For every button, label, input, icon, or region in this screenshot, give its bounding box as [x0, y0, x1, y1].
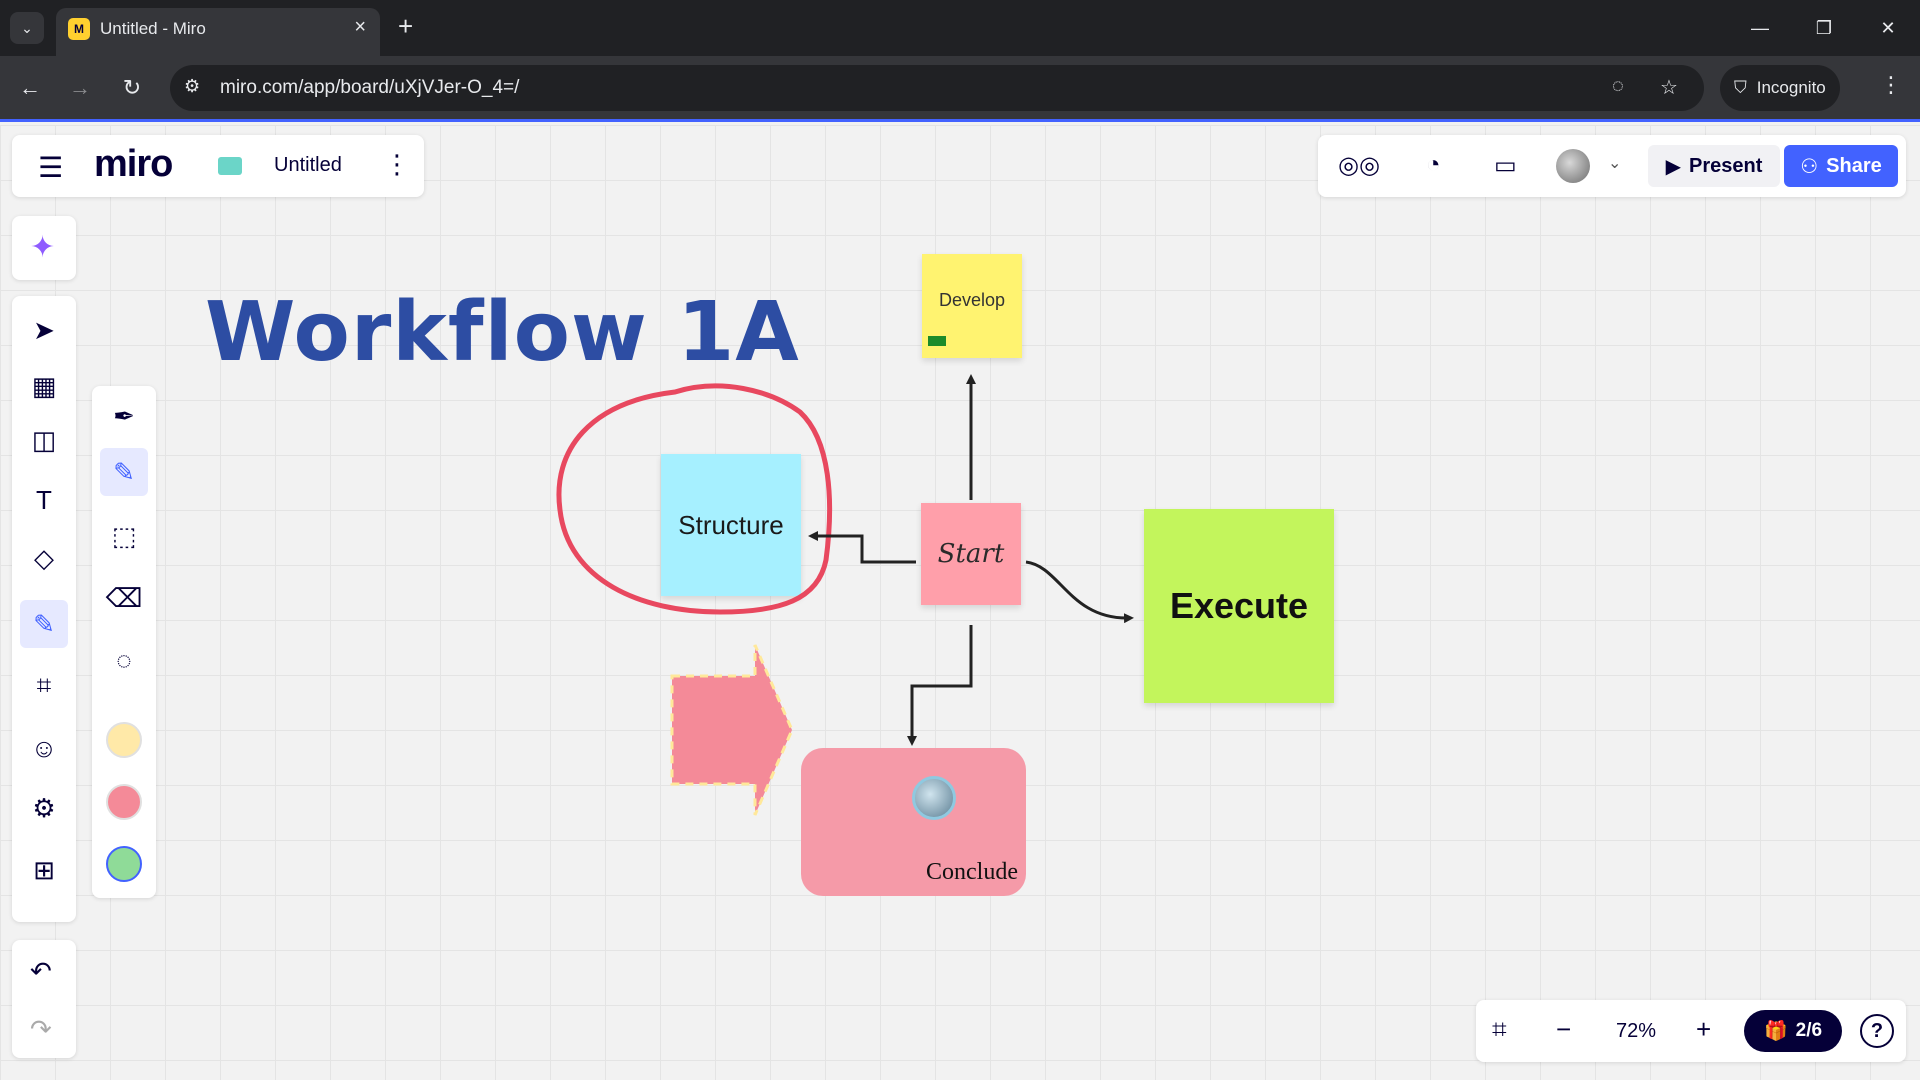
- url-text[interactable]: miro.com/app/board/uXjVJer-O_4=/: [220, 77, 519, 99]
- play-icon: ▶: [1665, 155, 1681, 178]
- board-header: ☰ miro Untitled ⋮: [12, 135, 424, 197]
- color-swatch-green[interactable]: [106, 846, 142, 882]
- restore-icon[interactable]: ❐: [1792, 0, 1856, 56]
- sticky-develop[interactable]: Develop: [922, 254, 1022, 358]
- reload-icon[interactable]: ↻: [116, 72, 148, 104]
- pen-icon[interactable]: ✒: [100, 392, 148, 440]
- add-apps-icon[interactable]: ⊞: [20, 846, 68, 894]
- browser-menu-icon[interactable]: ⋮: [1880, 72, 1902, 98]
- main-menu-icon[interactable]: ☰: [38, 151, 63, 184]
- zoom-level[interactable]: 72%: [1616, 1020, 1656, 1043]
- browser-tab[interactable]: M Untitled - Miro ×: [56, 8, 380, 56]
- zoom-out-icon[interactable]: −: [1556, 1014, 1571, 1045]
- lasso-icon[interactable]: ◌: [100, 636, 148, 684]
- miro-favicon-icon: M: [68, 18, 90, 40]
- gift-icon: 🎁: [1763, 1021, 1788, 1042]
- highlighter-icon[interactable]: ✎: [100, 448, 148, 496]
- user-avatar[interactable]: [1556, 149, 1590, 183]
- help-icon[interactable]: ?: [1860, 1014, 1894, 1048]
- present-label: Present: [1689, 154, 1763, 177]
- reactions-icon[interactable]: ◎◎: [1338, 151, 1380, 180]
- shape-conclude[interactable]: Conclude: [801, 748, 1026, 896]
- zoom-bar: ⌗ − 72% + 🎁 2/6 ?: [1476, 1000, 1906, 1062]
- tab-close-icon[interactable]: ×: [354, 16, 366, 39]
- undo-redo-panel: ↶ ↷: [12, 940, 76, 1058]
- forward-icon[interactable]: →: [64, 72, 96, 104]
- shapes-icon[interactable]: ◇: [20, 534, 68, 582]
- share-people-icon: ⚇: [1800, 155, 1819, 178]
- stickers-icon[interactable]: ☺: [20, 724, 68, 772]
- sticky-start[interactable]: Start: [921, 503, 1021, 605]
- site-info-icon[interactable]: ⚙: [184, 76, 200, 97]
- sticky-tag-marker: [928, 336, 946, 346]
- comments-icon[interactable]: ◔: [1426, 151, 1441, 179]
- back-icon[interactable]: ←: [14, 72, 46, 104]
- incognito-badge[interactable]: ⛉ Incognito: [1720, 65, 1840, 111]
- incognito-label: Incognito: [1756, 78, 1826, 97]
- main-toolbar: ➤ ▦ ◫ T ◇ ✎ ⌗ ☺ ⚙ ⊞: [12, 296, 76, 922]
- close-window-icon[interactable]: ✕: [1856, 0, 1920, 56]
- page-indicator[interactable]: 🎁 2/6: [1744, 1010, 1842, 1052]
- minimize-icon[interactable]: —: [1728, 0, 1792, 56]
- frame-icon[interactable]: ⌗: [20, 662, 68, 710]
- window-controls: — ❐ ✕: [1728, 0, 1920, 56]
- zoom-in-icon[interactable]: +: [1696, 1014, 1711, 1045]
- chevron-down-icon[interactable]: ⌄: [1608, 153, 1621, 173]
- page-count: 2/6: [1795, 1020, 1823, 1041]
- incognito-icon: ⛉: [1734, 78, 1747, 97]
- sticky-develop-label: Develop: [938, 290, 1006, 310]
- sticky-execute-label: Execute: [1169, 585, 1309, 626]
- collaborator-avatar[interactable]: [912, 776, 956, 820]
- redo-icon[interactable]: ↷: [30, 1014, 52, 1045]
- collaboration-bar: ◎◎ ◔ ▭ ⌄ ▶ Present ⚇ Share: [1318, 135, 1906, 197]
- more-apps-icon[interactable]: ⚙: [20, 784, 68, 832]
- browser-titlebar: ⌄ M Untitled - Miro × + — ❐ ✕: [0, 0, 1920, 56]
- board-book-icon: [218, 157, 242, 175]
- eraser-icon[interactable]: ⌫: [100, 574, 148, 622]
- sticky-note-icon[interactable]: ◫: [20, 416, 68, 464]
- pen-options-panel: ✒ ✎ ⬚ ⌫ ◌: [92, 386, 156, 898]
- color-swatch-yellow[interactable]: [106, 722, 142, 758]
- new-tab-plus-icon[interactable]: +: [398, 12, 413, 40]
- shape-conclude-label: Conclude: [926, 859, 1018, 885]
- board-title-text[interactable]: Workflow 1A: [205, 285, 800, 380]
- share-label: Share: [1826, 154, 1882, 177]
- ai-panel: ✦: [12, 216, 76, 280]
- bookmark-star-icon[interactable]: ☆: [1660, 75, 1678, 100]
- templates-icon[interactable]: ▦: [20, 362, 68, 410]
- video-call-icon[interactable]: ▭: [1494, 151, 1517, 180]
- ai-sparkle-icon[interactable]: ✦: [30, 230, 55, 265]
- undo-icon[interactable]: ↶: [30, 956, 52, 987]
- present-button[interactable]: ▶ Present: [1648, 145, 1780, 187]
- address-bar[interactable]: ⚙ miro.com/app/board/uXjVJer-O_4=/ ◌ ☆: [170, 65, 1704, 111]
- browser-toolbar: ← → ↻ ⚙ miro.com/app/board/uXjVJer-O_4=/…: [0, 56, 1920, 122]
- sticky-execute[interactable]: Execute: [1144, 509, 1334, 703]
- share-button[interactable]: ⚇ Share: [1784, 145, 1898, 187]
- smart-draw-icon[interactable]: ⬚: [100, 512, 148, 560]
- select-tool-icon[interactable]: ➤: [20, 306, 68, 354]
- sticky-start-label: Start: [937, 539, 1005, 569]
- eye-off-icon[interactable]: ◌: [1612, 75, 1624, 98]
- sticky-structure[interactable]: Structure: [661, 454, 801, 596]
- text-tool-icon[interactable]: T: [20, 476, 68, 524]
- board-title[interactable]: Untitled: [274, 154, 342, 177]
- board-menu-icon[interactable]: ⋮: [384, 149, 410, 180]
- miro-logo[interactable]: miro: [94, 143, 173, 186]
- tab-search-chevron-icon[interactable]: ⌄: [10, 12, 44, 44]
- sticky-structure-label: Structure: [678, 509, 784, 540]
- tab-title: Untitled - Miro: [100, 19, 206, 38]
- color-swatch-pink[interactable]: [106, 784, 142, 820]
- fit-to-screen-icon[interactable]: ⌗: [1492, 1014, 1507, 1046]
- pen-tool-icon[interactable]: ✎: [20, 600, 68, 648]
